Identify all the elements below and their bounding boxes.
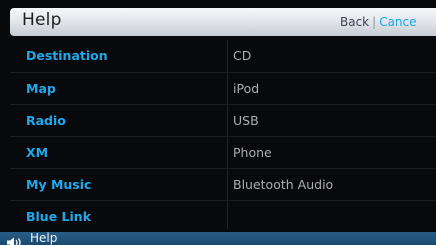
help-item-bluetooth-audio[interactable]: Bluetooth Audio	[222, 169, 436, 200]
header-actions: Back | Cance	[340, 15, 417, 29]
help-item-xm[interactable]: XM	[10, 137, 217, 168]
speaker-icon	[6, 233, 28, 245]
help-item-my-music[interactable]: My Music	[10, 169, 217, 200]
back-button[interactable]: Back	[340, 15, 369, 29]
page-title: Help	[22, 10, 62, 30]
help-item-ipod[interactable]: iPod	[222, 73, 436, 104]
status-bar: Help	[0, 231, 436, 245]
help-item-usb[interactable]: USB	[222, 105, 436, 136]
header-bar: Help Back | Cance	[10, 8, 436, 36]
list-row: Blue Link	[10, 200, 436, 232]
status-help-label: Help	[30, 231, 58, 245]
help-item-blue-link[interactable]: Blue Link	[10, 201, 217, 232]
list-row: Radio USB	[10, 104, 436, 136]
help-item-destination[interactable]: Destination	[10, 40, 217, 71]
help-screen: Help Back | Cance Destination CD Map iPod …	[0, 0, 436, 245]
help-item-phone[interactable]: Phone	[222, 137, 436, 168]
list-row: My Music Bluetooth Audio	[10, 168, 436, 200]
header-separator: |	[372, 15, 377, 29]
help-item-cd[interactable]: CD	[222, 40, 436, 71]
list-row: XM Phone	[10, 136, 436, 168]
help-item-map[interactable]: Map	[10, 73, 217, 104]
help-item-empty	[222, 201, 436, 232]
help-topic-list: Destination CD Map iPod Radio USB XM Pho…	[10, 40, 436, 229]
cancel-button[interactable]: Cance	[379, 15, 416, 29]
list-row: Map iPod	[10, 72, 436, 104]
help-item-radio[interactable]: Radio	[10, 105, 217, 136]
column-divider	[227, 40, 228, 229]
list-row: Destination CD	[10, 40, 436, 71]
